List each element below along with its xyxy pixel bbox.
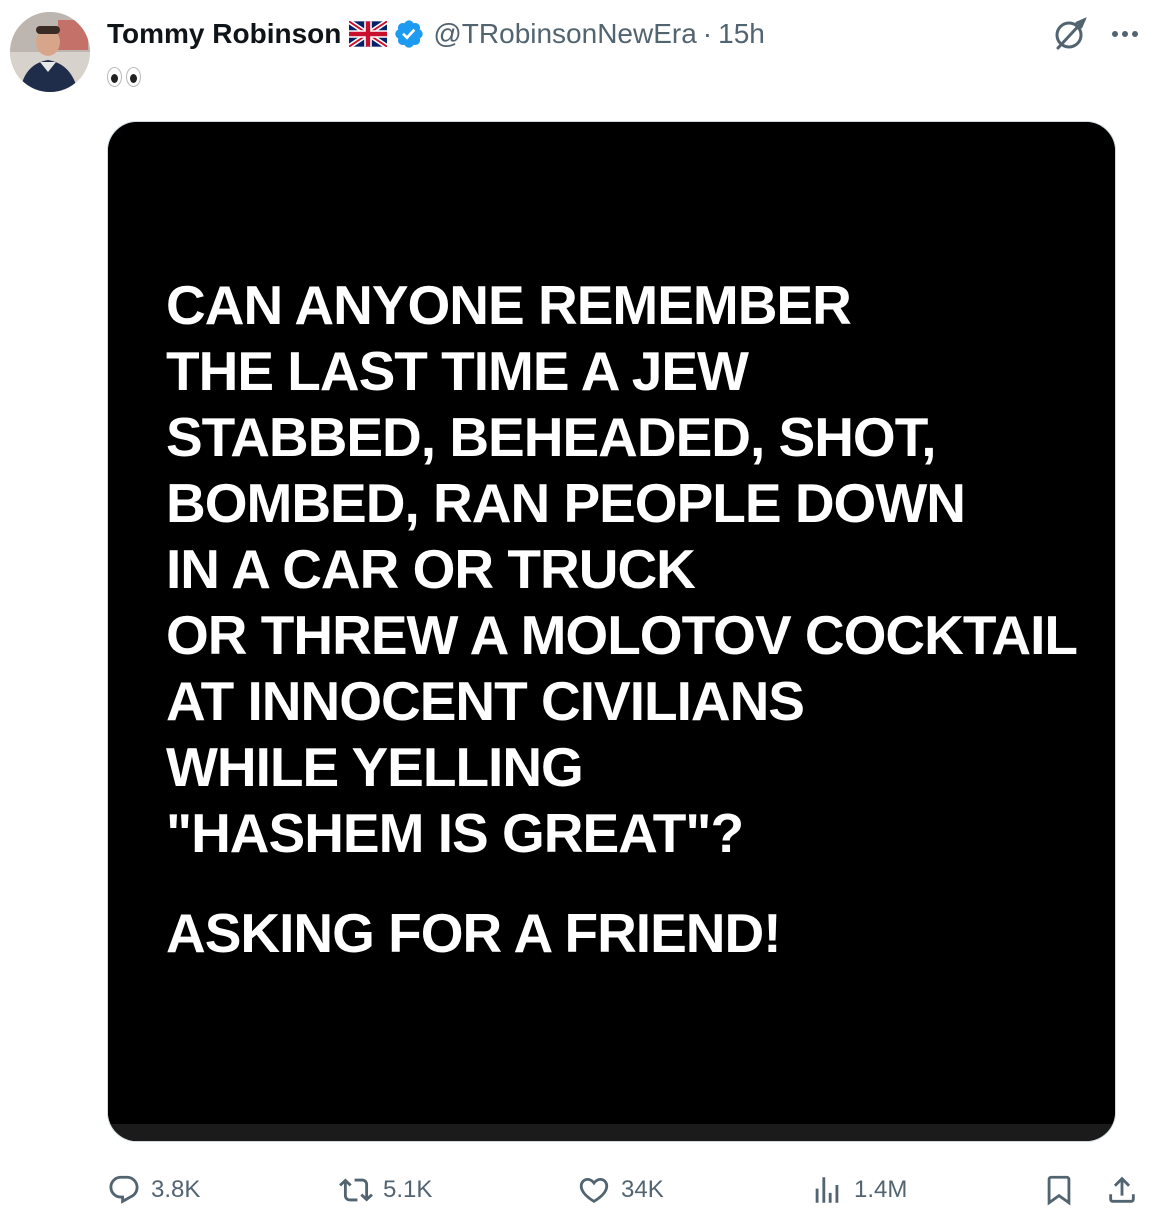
image-text-line: BOMBED, RAN PEOPLE DOWN — [166, 472, 966, 534]
post-text — [107, 60, 141, 96]
image-text: CAN ANYONE REMEMBER THE LAST TIME A JEW … — [166, 272, 1115, 966]
repost-button[interactable]: 5.1K — [339, 1168, 432, 1212]
reply-icon — [109, 1175, 139, 1204]
post-image[interactable]: CAN ANYONE REMEMBER THE LAST TIME A JEW … — [107, 121, 1116, 1142]
views-count: 1.4M — [854, 1176, 908, 1203]
reply-count: 3.8K — [151, 1176, 201, 1203]
image-text-line: STABBED, BEHEADED, SHOT, — [166, 406, 937, 468]
like-button[interactable]: 34K — [577, 1168, 664, 1212]
image-text-line: AT INNOCENT CIVILIANS — [166, 670, 805, 732]
image-text-line: THE LAST TIME A JEW — [166, 340, 749, 402]
share-button[interactable] — [1105, 1168, 1139, 1212]
repost-count: 5.1K — [383, 1176, 433, 1203]
more-options-icon[interactable] — [1105, 14, 1145, 54]
eyes-emoji-icon — [107, 67, 141, 87]
avatar[interactable] — [10, 12, 90, 92]
image-text-line: CAN ANYONE REMEMBER — [166, 274, 852, 336]
like-count: 34K — [621, 1176, 664, 1203]
post-timestamp[interactable]: 15h — [718, 18, 765, 50]
post-header: Tommy Robinson @TRobinsonNewEra · 15h — [107, 14, 765, 54]
views-chart-icon — [815, 1177, 839, 1203]
image-text-line: WHILE YELLING — [166, 736, 584, 798]
grok-icon[interactable] — [1050, 14, 1090, 54]
image-text-closing-line: ASKING FOR A FRIEND! — [166, 902, 782, 964]
verified-badge-icon[interactable] — [393, 18, 425, 50]
author-handle[interactable]: @TRobinsonNewEra — [433, 18, 696, 50]
image-text-line: IN A CAR OR TRUCK — [166, 538, 696, 600]
bookmark-button[interactable] — [1042, 1168, 1076, 1212]
views-button[interactable]: 1.4M — [810, 1168, 907, 1212]
uk-flag-icon — [347, 19, 389, 49]
image-text-line: "HASHEM IS GREAT"? — [166, 802, 744, 864]
author-display-name[interactable]: Tommy Robinson — [107, 18, 341, 50]
heart-icon — [579, 1177, 609, 1203]
image-text-line: OR THREW A MOLOTOV COCKTAIL — [166, 604, 1078, 666]
action-bar: 3.8K 5.1K 34K 1.4M — [107, 1168, 1147, 1212]
separator-dot: · — [702, 18, 713, 49]
repost-icon — [339, 1178, 373, 1202]
share-icon — [1109, 1176, 1135, 1203]
reply-button[interactable]: 3.8K — [107, 1168, 200, 1212]
bookmark-icon — [1047, 1175, 1071, 1206]
